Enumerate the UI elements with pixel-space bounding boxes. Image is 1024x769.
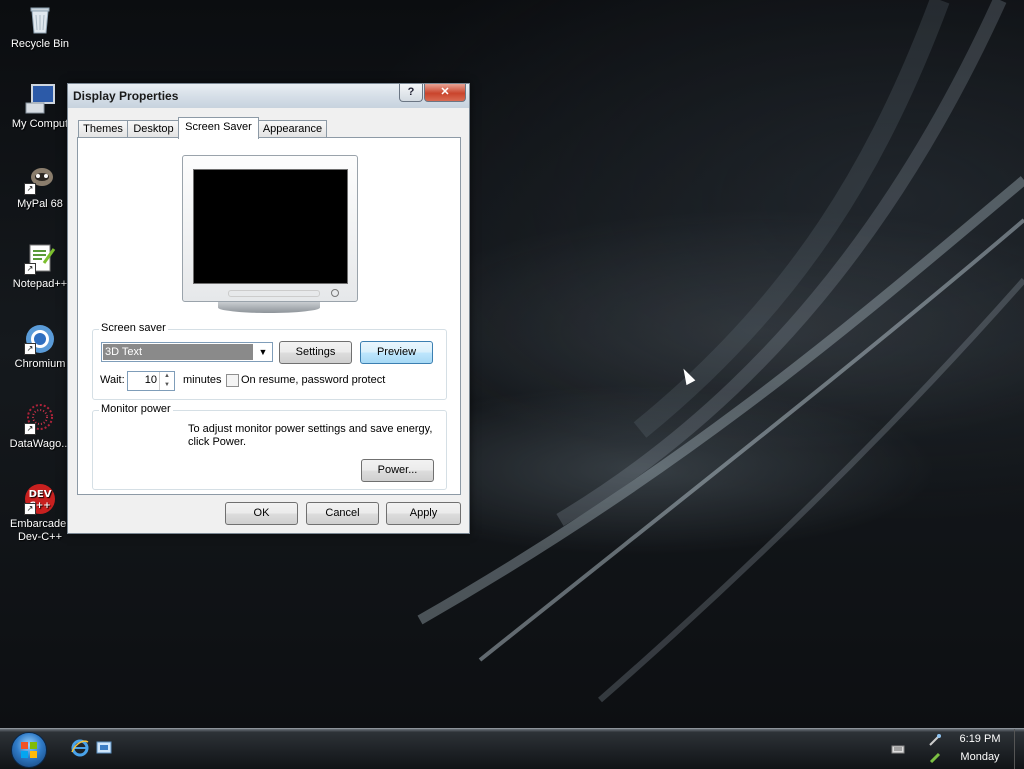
- preview-screen: [193, 169, 348, 284]
- shortcut-arrow-icon: ↗: [24, 343, 36, 355]
- display-properties-dialog: Display Properties ? ✕ Themes Desktop Sc…: [67, 83, 470, 534]
- preview-button[interactable]: Preview: [360, 341, 433, 364]
- monitor-power-group-label: Monitor power: [99, 403, 173, 415]
- screen-saver-group-label: Screen saver: [99, 322, 168, 334]
- wait-label: Wait:: [100, 374, 125, 386]
- monitor-bezel: [228, 290, 320, 297]
- tab-themes[interactable]: Themes: [78, 120, 128, 138]
- password-protect-checkbox[interactable]: [226, 374, 239, 387]
- power-led-icon: [331, 289, 339, 297]
- tab-desktop[interactable]: Desktop: [127, 120, 180, 138]
- ok-button[interactable]: OK: [225, 502, 298, 525]
- internet-explorer-icon[interactable]: [71, 739, 89, 757]
- dialog-title: Display Properties: [73, 89, 179, 103]
- chromium-icon: ↗: [24, 323, 56, 355]
- close-button[interactable]: ✕: [424, 84, 466, 102]
- monitor-preview: [182, 155, 358, 302]
- tab-appearance[interactable]: Appearance: [258, 120, 327, 138]
- taskbar: 6:19 PM Monday: [0, 728, 1024, 769]
- show-desktop-button[interactable]: [1014, 729, 1024, 769]
- wait-minutes-value: 10: [144, 374, 157, 386]
- clock-time[interactable]: 6:19 PM: [940, 733, 1020, 745]
- screen-saver-selected-value: 3D Text: [103, 344, 253, 360]
- clock-day[interactable]: Monday: [940, 751, 1020, 763]
- show-desktop-quicklaunch-icon[interactable]: [95, 739, 113, 757]
- apply-button[interactable]: Apply: [386, 502, 461, 525]
- monitor-stand: [218, 302, 320, 313]
- help-button[interactable]: ?: [399, 84, 423, 102]
- chevron-down-icon[interactable]: ▼: [254, 343, 272, 361]
- mypal-icon: ↗: [24, 163, 56, 195]
- my-computer-icon: [24, 83, 56, 115]
- screen-saver-panel: Screen saver 3D Text ▼ Settings Preview …: [77, 137, 461, 495]
- password-protect-label[interactable]: On resume, password protect: [241, 374, 385, 386]
- dialog-titlebar[interactable]: Display Properties ? ✕: [68, 84, 469, 108]
- power-button[interactable]: Power...: [361, 459, 434, 482]
- recycle-bin-icon: [24, 3, 56, 35]
- desktop-icon-recycle-bin[interactable]: Recycle Bin: [0, 3, 80, 51]
- shortcut-arrow-icon: ↗: [24, 423, 36, 435]
- screen-saver-group: Screen saver 3D Text ▼ Settings Preview …: [92, 322, 447, 400]
- keyboard-icon[interactable]: [891, 742, 905, 756]
- monitor-power-group: Monitor power To adjust monitor power se…: [92, 403, 447, 490]
- settings-button[interactable]: Settings: [279, 341, 352, 364]
- monitor-power-description: To adjust monitor power settings and sav…: [188, 423, 433, 448]
- wait-minutes-stepper[interactable]: 10 ▲ ▼: [127, 371, 175, 391]
- svg-text:DEV: DEV: [29, 489, 52, 500]
- screen-saver-select[interactable]: 3D Text ▼: [101, 342, 273, 362]
- datawagon-icon: ↗: [24, 403, 56, 435]
- spin-arrows-icon[interactable]: ▲ ▼: [159, 372, 174, 390]
- tab-screen-saver[interactable]: Screen Saver: [178, 117, 259, 139]
- windows-logo-icon: [21, 742, 37, 758]
- notepad-plus-plus-icon: ↗: [24, 243, 56, 275]
- minutes-label: minutes: [183, 374, 222, 386]
- shortcut-arrow-icon: ↗: [24, 503, 36, 515]
- shortcut-arrow-icon: ↗: [24, 183, 36, 195]
- cancel-button[interactable]: Cancel: [306, 502, 379, 525]
- start-button[interactable]: [11, 732, 47, 768]
- shortcut-arrow-icon: ↗: [24, 263, 36, 275]
- desktop-icon-label: Recycle Bin: [10, 38, 70, 50]
- dev-cpp-icon: DEV C++ ↗: [24, 483, 56, 515]
